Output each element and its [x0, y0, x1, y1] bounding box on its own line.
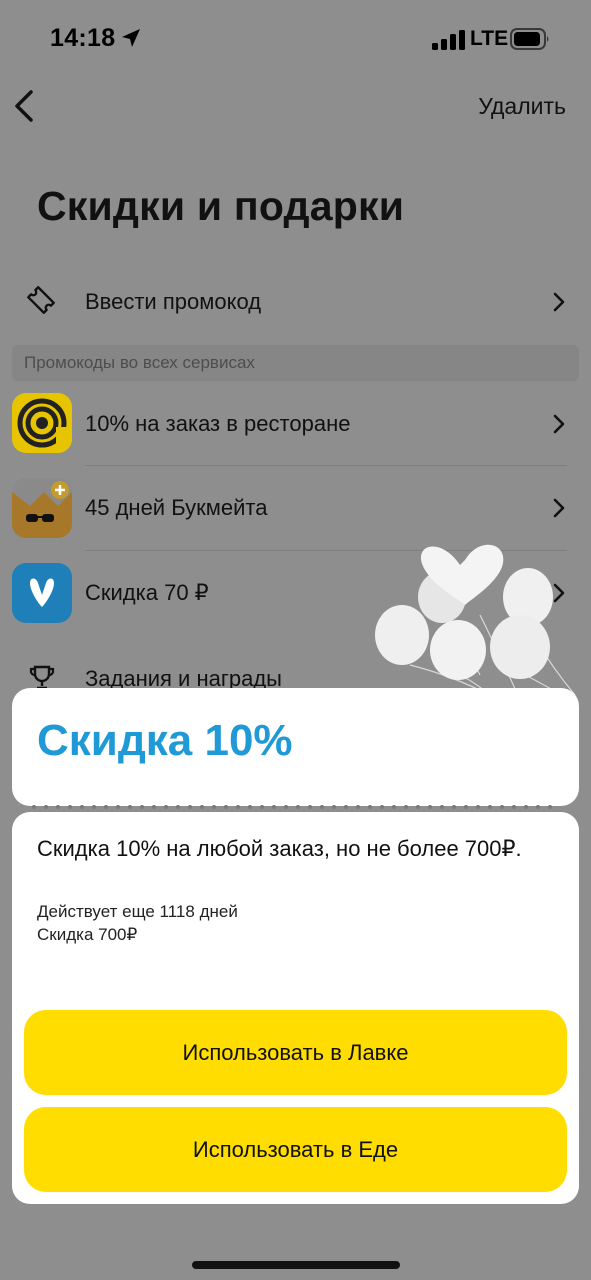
home-indicator — [192, 1261, 400, 1269]
promo-sheet-header: Скидка 10% — [12, 688, 579, 806]
chevron-right-icon — [553, 498, 565, 518]
promo-validity: Действует еще 1118 дней — [37, 902, 238, 921]
chevron-right-icon — [553, 292, 565, 312]
location-arrow-icon — [122, 29, 140, 47]
use-in-lavka-button[interactable]: Использовать в Лавке — [24, 1010, 567, 1095]
cellular-signal-icon — [432, 30, 465, 50]
bookmate-icon — [12, 478, 72, 538]
item-label-bookmate: 45 дней Букмейта — [85, 495, 268, 520]
item-label-discount-70: Скидка 70 ₽ — [85, 580, 209, 605]
network-type: LTE — [470, 27, 509, 50]
perforation-divider — [32, 805, 552, 809]
delete-button[interactable]: Удалить — [478, 93, 566, 120]
use-in-eda-button[interactable]: Использовать в Еде — [24, 1107, 567, 1192]
enter-promo-label: Ввести промокод — [85, 289, 262, 314]
back-chevron-icon[interactable] — [12, 88, 36, 124]
restaurant-spiral-icon — [12, 393, 72, 453]
promo-title: Скидка 10% — [37, 716, 293, 765]
chevron-right-icon — [553, 414, 565, 434]
status-bar: 14:18 LTE — [0, 0, 591, 80]
promo-discount-amount: Скидка 700₽ — [37, 925, 138, 944]
balloons-decoration — [375, 544, 576, 701]
battery-icon — [510, 28, 549, 50]
list-item-restaurant[interactable]: 10% на заказ в ресторане — [0, 384, 591, 464]
section-header-label: Промокоды во всех сервисах — [24, 353, 255, 372]
page-title: Скидки и подарки — [37, 183, 405, 229]
promo-description: Скидка 10% на любой заказ, но не более 7… — [37, 836, 522, 861]
section-header: Промокоды во всех сервисах — [12, 345, 579, 381]
enter-promo-row[interactable]: Ввести промокод — [0, 262, 591, 342]
service-v-icon — [12, 563, 72, 623]
ticket-icon — [27, 286, 55, 314]
status-time: 14:18 — [50, 24, 116, 52]
divider — [85, 465, 567, 466]
item-label-restaurant: 10% на заказ в ресторане — [85, 411, 351, 436]
screen-background: 14:18 LTE Удалить Скидки и подарки Ввест… — [0, 0, 591, 1280]
promo-sheet-body: Скидка 10% на любой заказ, но не более 7… — [12, 812, 579, 1204]
